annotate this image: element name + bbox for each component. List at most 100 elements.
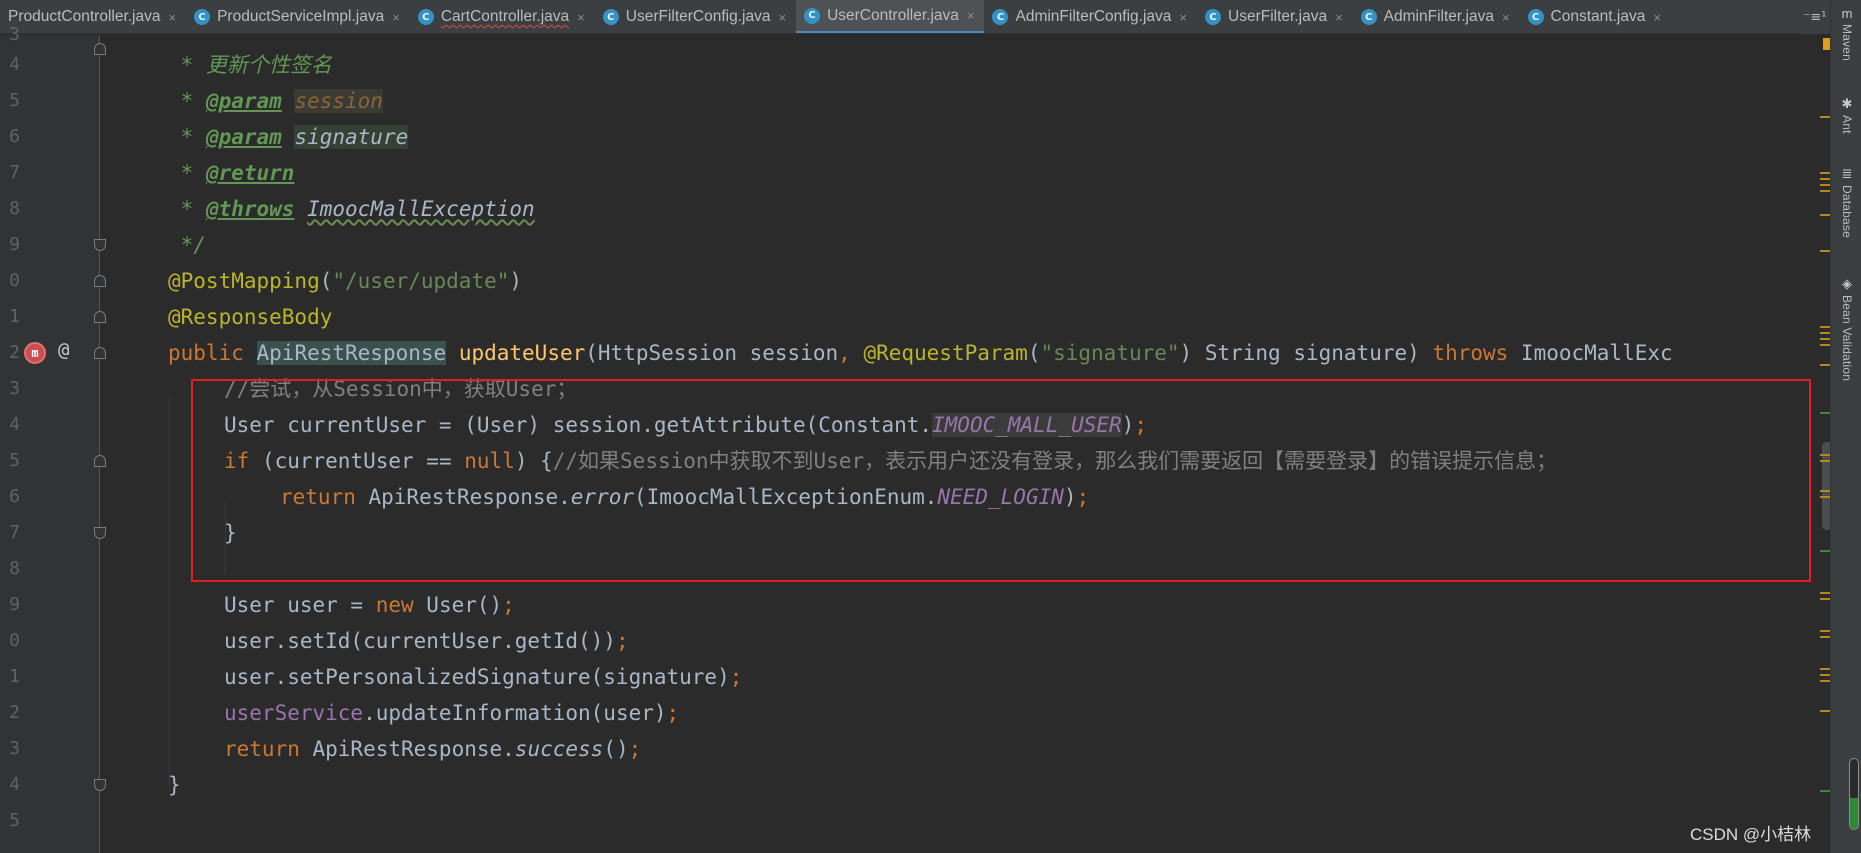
database-icon: ≣: [1841, 166, 1853, 181]
tabs-overflow-button[interactable]: ⁻≡¹: [1800, 0, 1830, 34]
line-number: 6: [9, 126, 20, 147]
java-class-icon: [417, 9, 434, 25]
database-tool-button[interactable]: ≣ Database: [1835, 166, 1859, 238]
close-icon[interactable]: ×: [169, 10, 177, 25]
watermark: CSDN @小桔林: [1690, 825, 1812, 844]
close-icon[interactable]: ×: [1335, 10, 1343, 25]
tab-product-service-impl[interactable]: ProductServiceImpl.java ×: [186, 0, 410, 33]
code-line-set-signature: user.setPersonalizedSignature(signature)…: [224, 665, 743, 689]
java-class-icon: [1360, 9, 1377, 25]
line-number: 3: [9, 738, 20, 759]
code-line-close-method: }: [168, 773, 181, 797]
ide-window: ProductController.java × ProductServiceI…: [0, 0, 1861, 853]
tool-label: Maven: [1840, 24, 1854, 62]
bean-icon: ◈: [1842, 276, 1852, 291]
code-line-post-mapping: @PostMapping("/user/update"): [168, 269, 523, 293]
tab-cart-controller[interactable]: CartController.java ×: [410, 0, 595, 33]
indent-guide: [169, 395, 170, 791]
maven-tool-button[interactable]: m Maven: [1835, 6, 1859, 61]
code-line-doc-throws: * @throws ImoocMallException: [168, 197, 535, 221]
tool-label: Ant: [1840, 115, 1854, 134]
tab-constant[interactable]: Constant.java ×: [1520, 0, 1671, 33]
close-icon[interactable]: ×: [577, 10, 585, 25]
tool-label: Bean Validation: [1840, 295, 1854, 382]
code-line-set-id: user.setId(currentUser.getId());: [224, 629, 629, 653]
tab-label: UserFilterConfig.java: [625, 8, 771, 25]
line-number: 6: [9, 486, 20, 507]
code-line-if-null-check: if (currentUser == null) {//如果Session中获取…: [224, 449, 1558, 473]
line-number: 4: [9, 54, 20, 75]
annotation-icon[interactable]: @: [58, 339, 69, 361]
line-number: 0: [9, 270, 20, 291]
code-line-response-body: @ResponseBody: [168, 305, 333, 329]
close-icon[interactable]: ×: [1653, 10, 1661, 25]
line-number: 3: [9, 378, 20, 399]
memory-fill: [1850, 797, 1858, 829]
line-number: 4: [9, 774, 20, 795]
tool-label: Database: [1840, 185, 1854, 238]
line-number: 5: [9, 90, 20, 111]
line-number: 5: [9, 810, 20, 831]
close-icon[interactable]: ×: [392, 10, 400, 25]
code-line-close-if: }: [224, 521, 237, 545]
tab-admin-filter-config[interactable]: AdminFilterConfig.java ×: [984, 0, 1197, 33]
line-number: 9: [9, 594, 20, 615]
code-line-comment-try: //尝试，从Session中，获取User；: [224, 377, 578, 401]
code-line-get-current-user: User currentUser = (User) session.getAtt…: [224, 413, 1147, 437]
code-editor[interactable]: * 更新个性签名 * @param session * @param signa…: [101, 35, 1830, 853]
line-number: 1: [9, 306, 20, 327]
line-number: 4: [9, 414, 20, 435]
ant-icon: ✱: [1841, 96, 1853, 111]
line-number: 2: [9, 342, 20, 363]
tab-user-controller[interactable]: UserController.java ×: [796, 0, 985, 33]
right-tool-strip: m Maven ✱ Ant ≣ Database ◈ Bean Validati…: [1830, 0, 1861, 853]
java-class-icon: [992, 9, 1009, 25]
tab-label: UserController.java: [827, 6, 959, 24]
code-line-return-success: return ApiRestResponse.success();: [224, 737, 642, 761]
line-number: 9: [9, 234, 20, 255]
tab-label: ProductServiceImpl.java: [217, 8, 385, 25]
line-number: 5: [9, 450, 20, 471]
code-line-doc-param-session: * @param session: [168, 89, 383, 113]
code-line-return-error: return ApiRestResponse.error(ImoocMallEx…: [280, 485, 1090, 509]
line-number: 8: [9, 558, 20, 579]
ant-tool-button[interactable]: ✱ Ant: [1835, 96, 1859, 134]
code-line-doc-param-signature: * @param signature: [168, 125, 409, 149]
tab-label: Constant.java: [1550, 8, 1646, 25]
maven-icon: m: [1841, 6, 1853, 21]
code-line-doc-summary: * 更新个性签名: [168, 53, 332, 77]
implements-method-icon[interactable]: m: [24, 342, 46, 364]
line-number: 2: [9, 702, 20, 723]
tab-label: AdminFilter.java: [1383, 8, 1494, 25]
java-class-icon: [1527, 9, 1544, 25]
tab-admin-filter[interactable]: AdminFilter.java ×: [1353, 0, 1520, 33]
line-number: 8: [9, 198, 20, 219]
line-number: 1: [9, 666, 20, 687]
tab-label: ProductController.java: [8, 8, 161, 25]
tab-label: UserFilter.java: [1228, 8, 1328, 25]
tab-user-filter[interactable]: UserFilter.java ×: [1197, 0, 1353, 33]
code-line-doc-return: * @return: [168, 161, 295, 185]
editor-tab-bar: ProductController.java × ProductServiceI…: [0, 0, 1830, 34]
tab-label: CartController.java: [440, 8, 570, 25]
close-icon[interactable]: ×: [1179, 10, 1187, 25]
code-line-method-signature: public ApiRestResponse updateUser(HttpSe…: [168, 341, 1673, 365]
tab-label: AdminFilterConfig.java: [1015, 8, 1172, 25]
line-number: 0: [9, 630, 20, 651]
line-number: 7: [9, 522, 20, 543]
tab-product-controller[interactable]: ProductController.java ×: [0, 0, 186, 33]
java-class-icon: [602, 9, 619, 25]
close-icon[interactable]: ×: [778, 10, 786, 25]
close-icon[interactable]: ×: [967, 8, 975, 23]
close-icon[interactable]: ×: [1502, 10, 1510, 25]
bean-validation-tool-button[interactable]: ◈ Bean Validation: [1835, 276, 1859, 381]
line-number: 7: [9, 162, 20, 183]
tab-user-filter-config[interactable]: UserFilterConfig.java ×: [595, 0, 796, 33]
code-line-update-information: userService.updateInformation(user);: [224, 701, 680, 725]
code-line-new-user: User user = new User();: [224, 593, 515, 617]
memory-indicator[interactable]: [1849, 758, 1859, 830]
editor-gutter: 3 4 5 6 7 8 9 0 1 2 3 4 5 6 7 8 9 0 1 2 …: [0, 24, 106, 853]
java-class-icon: [1205, 9, 1222, 25]
java-class-icon: [804, 7, 821, 24]
java-class-icon: [194, 9, 211, 25]
